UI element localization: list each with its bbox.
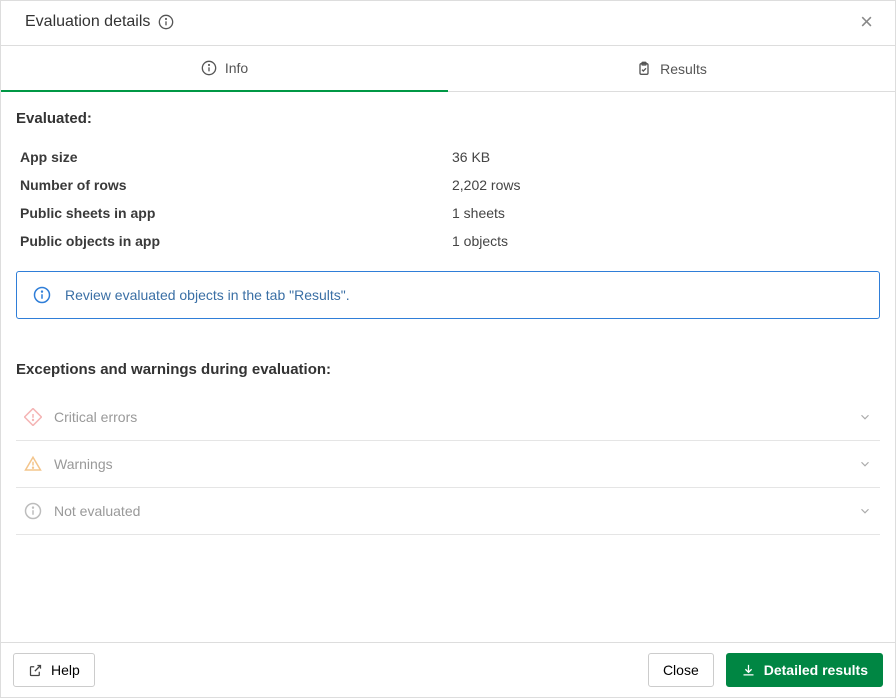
sheets-label: Public sheets in app (20, 205, 452, 221)
objects-value: 1 objects (452, 233, 508, 249)
evaluated-heading: Evaluated: (16, 110, 880, 127)
table-row: Public sheets in app 1 sheets (16, 199, 880, 227)
detailed-results-label: Detailed results (764, 662, 868, 678)
app-size-value: 36 KB (452, 149, 490, 165)
chevron-down-icon (858, 410, 872, 424)
tab-info-label: Info (225, 60, 248, 76)
chevron-down-icon (858, 457, 872, 471)
help-button[interactable]: Help (13, 653, 95, 687)
tab-info[interactable]: Info (1, 46, 448, 92)
close-button[interactable]: Close (648, 653, 714, 687)
sheets-value: 1 sheets (452, 205, 505, 221)
table-row: Number of rows 2,202 rows (16, 171, 880, 199)
modal-title: Evaluation details (25, 13, 150, 31)
info-icon (201, 60, 217, 76)
info-icon[interactable] (158, 14, 174, 30)
num-rows-label: Number of rows (20, 177, 452, 193)
critical-errors-label: Critical errors (54, 409, 137, 425)
chevron-down-icon (858, 504, 872, 518)
close-icon[interactable]: × (856, 11, 877, 33)
download-icon (741, 663, 756, 678)
review-callout: Review evaluated objects in the tab "Res… (16, 271, 880, 319)
tab-results[interactable]: Results (448, 46, 895, 91)
detailed-results-button[interactable]: Detailed results (726, 653, 883, 687)
review-message: Review evaluated objects in the tab "Res… (65, 287, 350, 303)
objects-label: Public objects in app (20, 233, 452, 249)
table-row: Public objects in app 1 objects (16, 227, 880, 255)
num-rows-value: 2,202 rows (452, 177, 520, 193)
help-button-label: Help (51, 662, 80, 678)
tabs: Info Results (1, 46, 895, 92)
exceptions-heading: Exceptions and warnings during evaluatio… (16, 361, 880, 378)
warning-icon (24, 455, 42, 473)
info-icon (33, 286, 51, 304)
app-size-label: App size (20, 149, 452, 165)
critical-error-icon (24, 408, 42, 426)
external-link-icon (28, 663, 43, 678)
not-evaluated-label: Not evaluated (54, 503, 140, 519)
clipboard-check-icon (636, 61, 652, 77)
accordion-critical-errors[interactable]: Critical errors (16, 394, 880, 441)
tab-results-label: Results (660, 61, 707, 77)
accordion-warnings[interactable]: Warnings (16, 441, 880, 488)
accordion-not-evaluated[interactable]: Not evaluated (16, 488, 880, 535)
warnings-label: Warnings (54, 456, 113, 472)
table-row: App size 36 KB (16, 143, 880, 171)
close-button-label: Close (663, 662, 699, 678)
info-icon (24, 502, 42, 520)
